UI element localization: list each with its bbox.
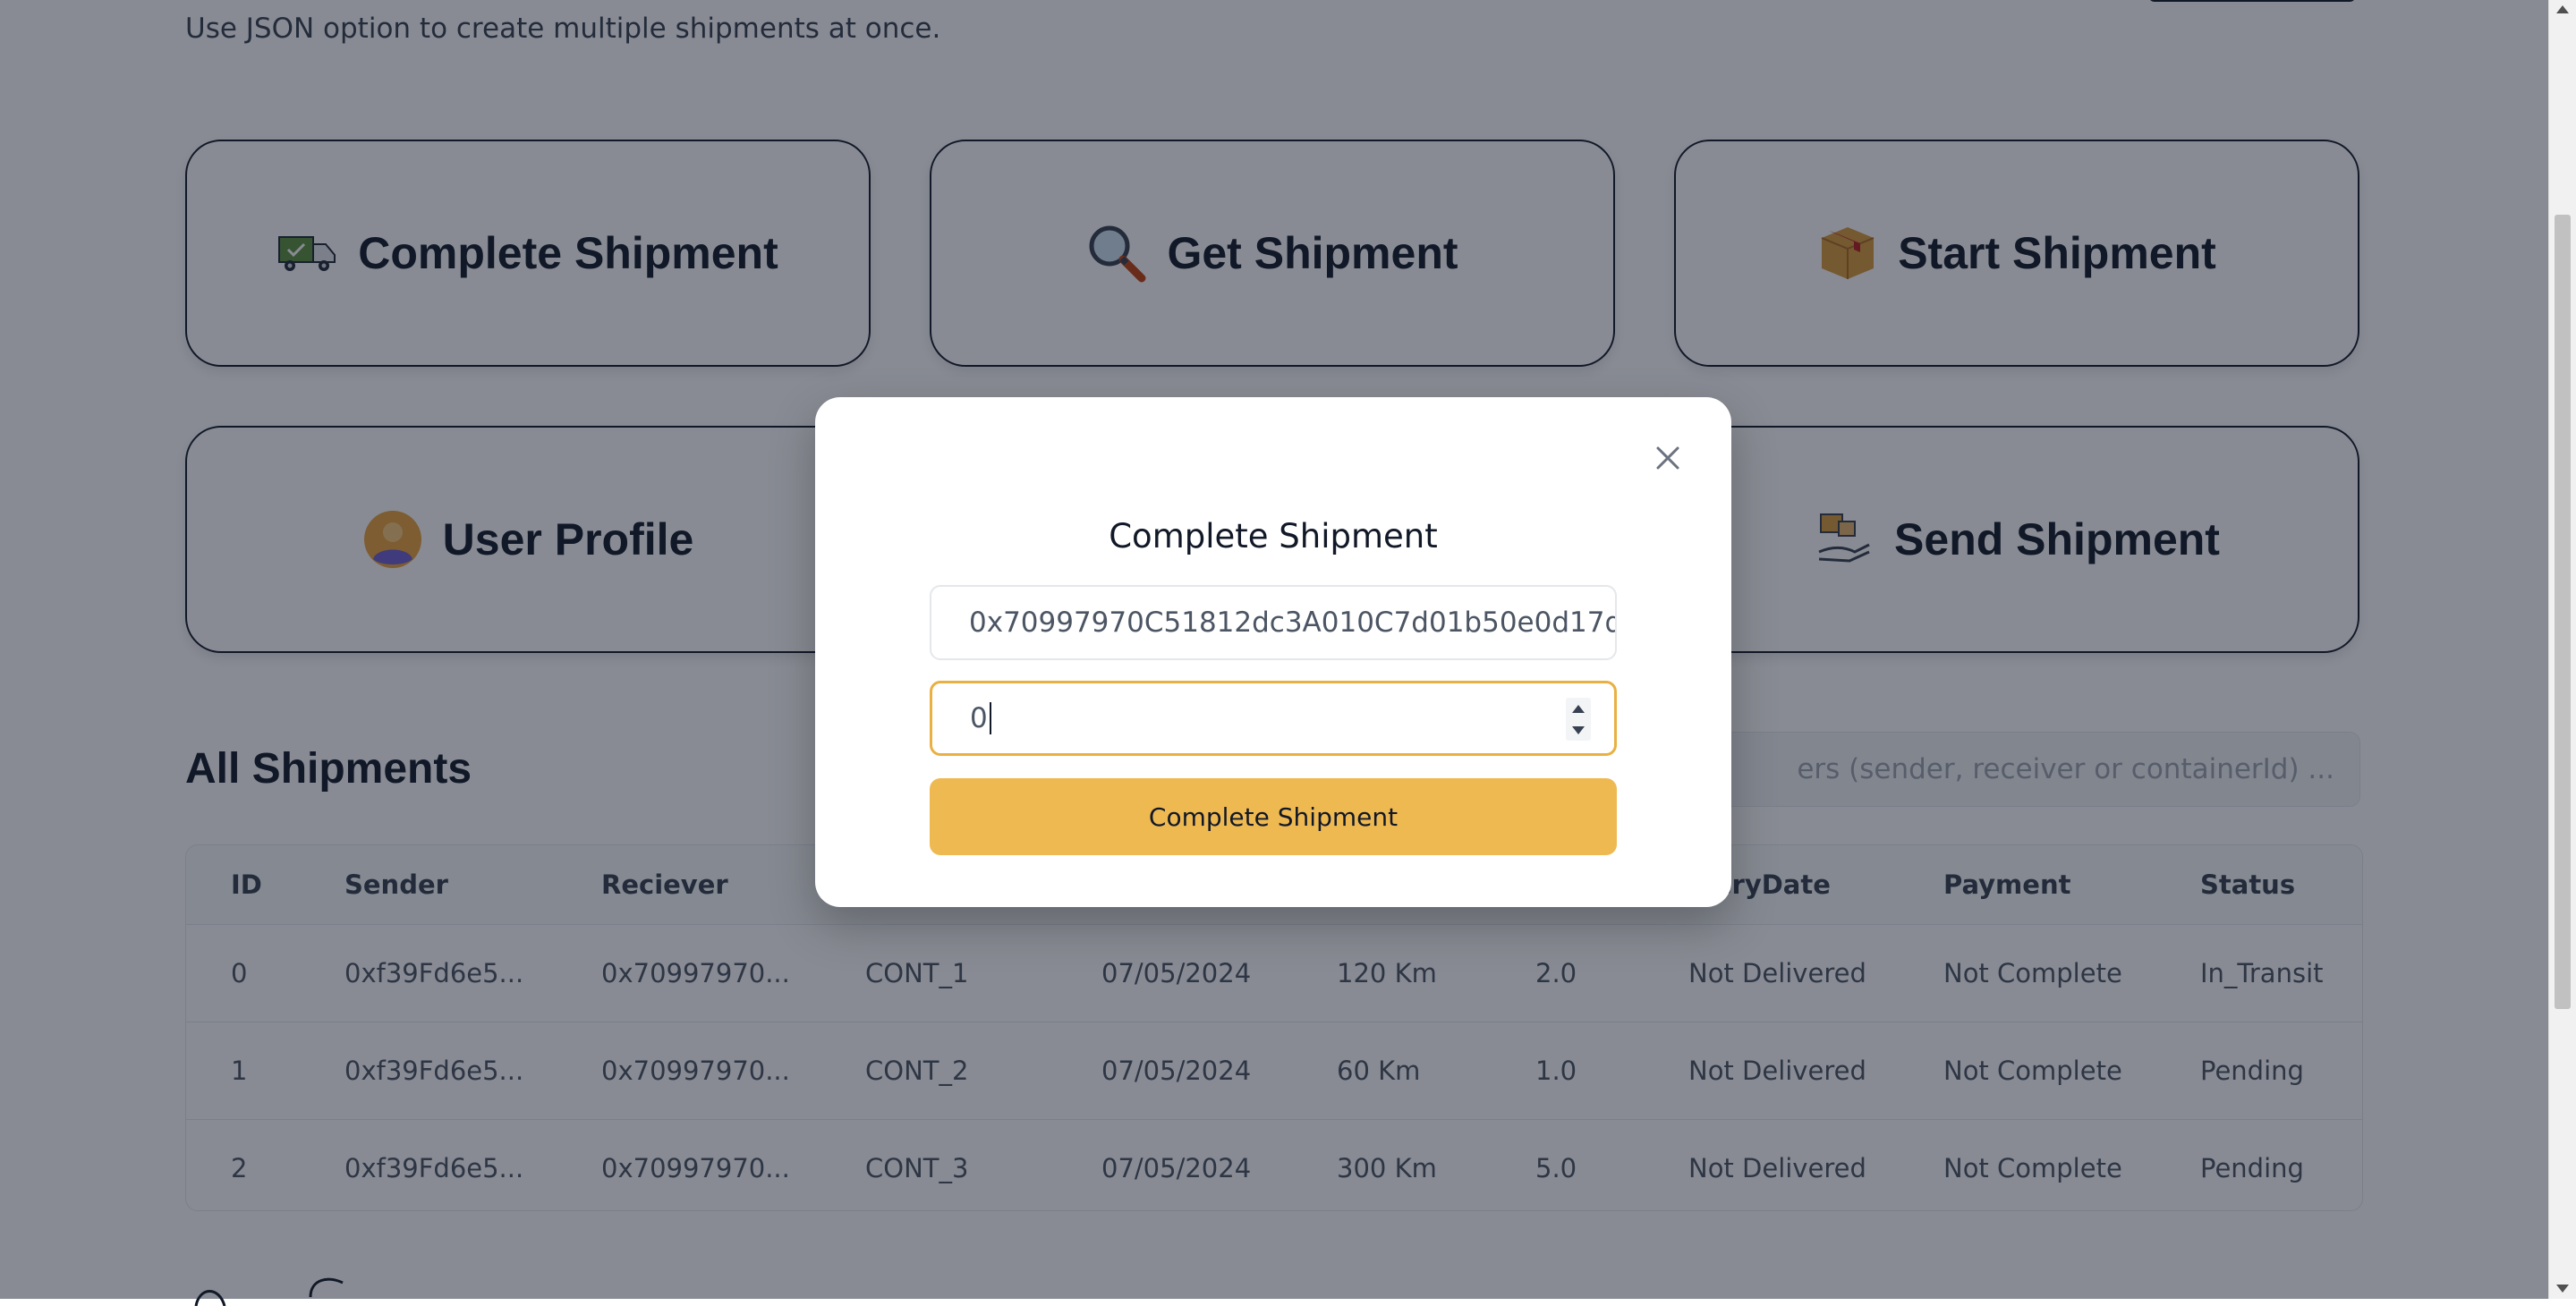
shipment-index-input[interactable]: 0 <box>930 681 1617 756</box>
scrollbar[interactable] <box>2548 0 2576 1299</box>
receiver-address-value: 0x70997970C51812dc3A010C7d01b50e0d17d <box>969 606 1617 639</box>
shipment-index-value: 0 <box>970 702 988 734</box>
receiver-address-input[interactable]: 0x70997970C51812dc3A010C7d01b50e0d17d <box>930 585 1617 660</box>
stepper-down-icon[interactable] <box>1572 725 1585 734</box>
stepper-up-icon[interactable] <box>1572 704 1585 713</box>
number-stepper[interactable] <box>1566 698 1591 741</box>
modal-title: Complete Shipment <box>1109 517 1438 555</box>
close-icon[interactable] <box>1646 437 1689 479</box>
scroll-down-icon[interactable] <box>2556 1285 2569 1293</box>
scrollbar-thumb[interactable] <box>2555 215 2571 1009</box>
scroll-up-icon[interactable] <box>2556 5 2569 13</box>
complete-shipment-button[interactable]: Complete Shipment <box>930 778 1617 855</box>
text-caret <box>989 702 991 734</box>
